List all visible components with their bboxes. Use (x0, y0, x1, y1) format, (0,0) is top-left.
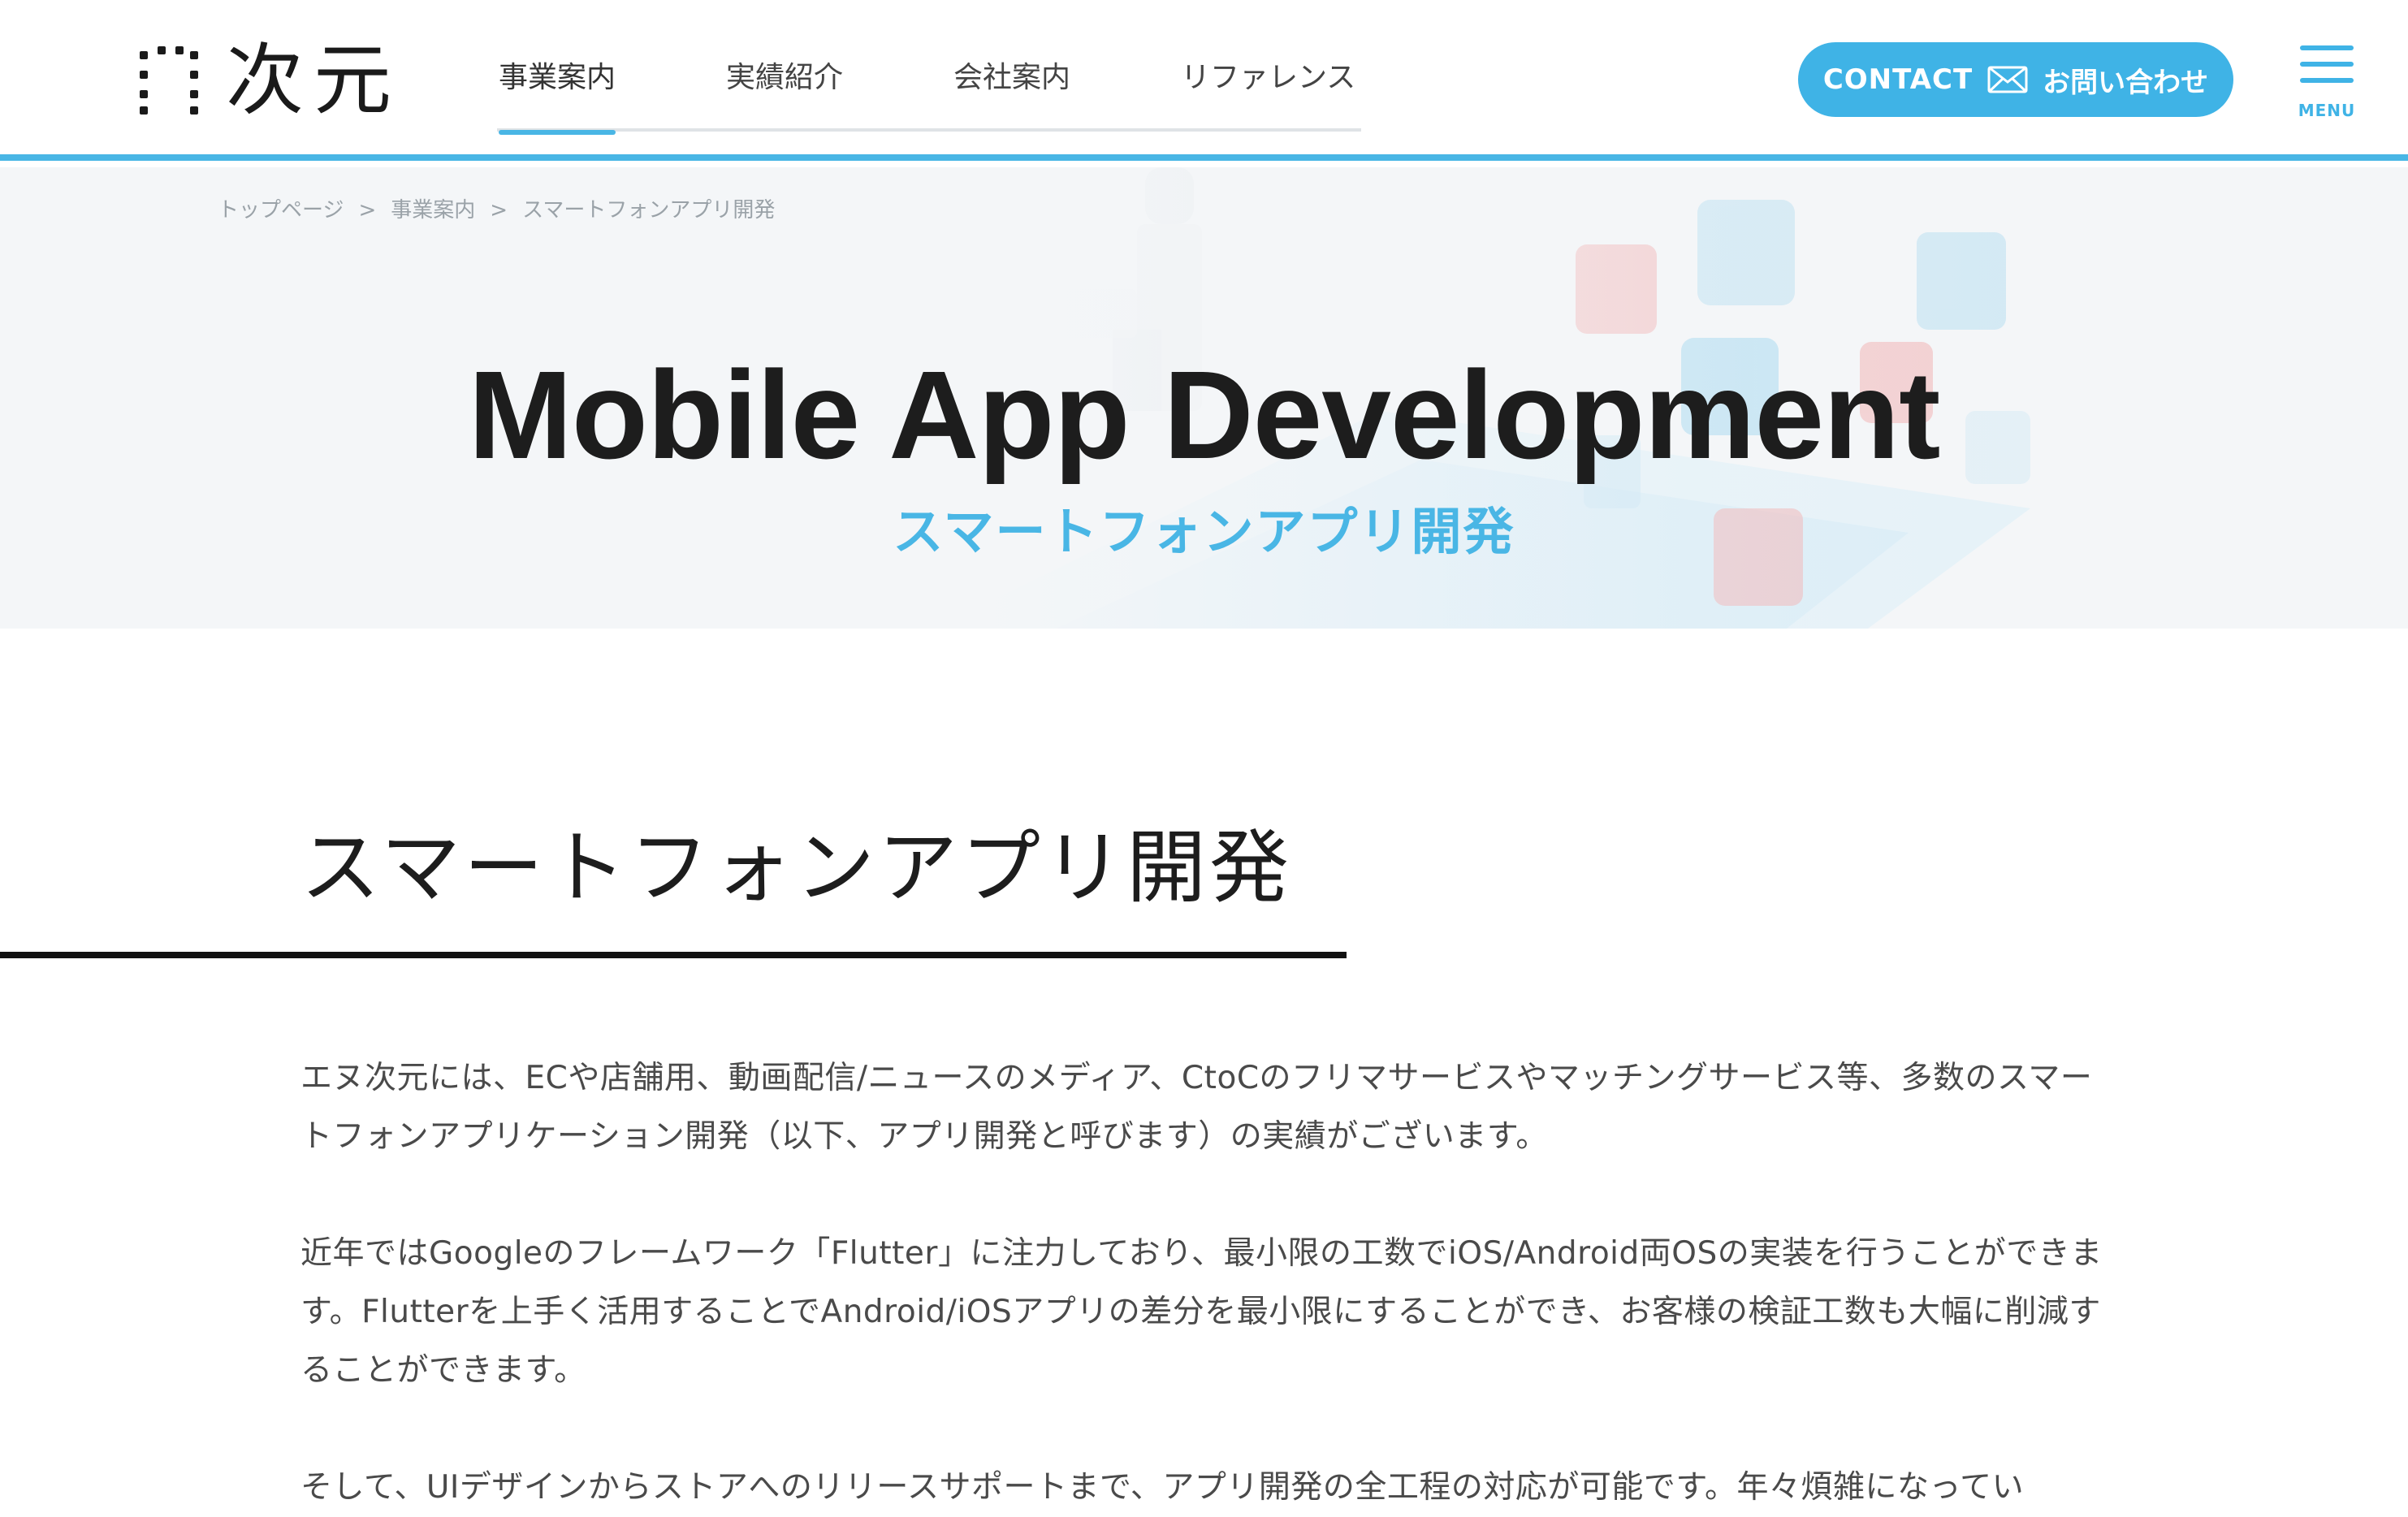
menu-button[interactable]: MENU (2295, 45, 2358, 123)
breadcrumb-home[interactable]: トップページ (218, 198, 344, 223)
section-heading: スマートフォンアプリ開発 (300, 822, 1293, 914)
page-subtitle: スマートフォンアプリ開発 (893, 502, 1515, 561)
breadcrumb-separator: > (358, 198, 377, 223)
mail-icon (1987, 66, 2028, 93)
site-header: 次元 事業案内 実績紹介 会社案内 リファレンス CONTACT お問い合わせ … (0, 0, 2408, 161)
nav-item-services[interactable]: 事業案内 (499, 54, 616, 135)
section-divider (0, 952, 1347, 958)
body-paragraph: 近年ではGoogleのフレームワーク「Flutter」に注力しており、最小限の工… (300, 1235, 2103, 1389)
body-paragraph: そして、UIデザインからストアへのリリースサポートまで、アプリ開発の全工程の対応… (300, 1469, 2025, 1506)
global-nav: 事業案内 実績紹介 会社案内 リファレンス (497, 54, 1361, 135)
nav-item-reference[interactable]: リファレンス (1181, 54, 1355, 132)
site-logo[interactable]: 次元 (140, 35, 401, 126)
contact-button[interactable]: CONTACT お問い合わせ (1798, 42, 2233, 117)
hero-banner: トップページ > 事業案内 > スマートフォンアプリ開発 Mobile App Deve… (0, 167, 2408, 629)
contact-label-ja: お問い合わせ (2043, 66, 2209, 99)
nav-item-works[interactable]: 実績紹介 (726, 54, 843, 132)
breadcrumb-current: スマートフォンアプリ開発 (522, 198, 776, 223)
breadcrumb: トップページ > 事業案内 > スマートフォンアプリ開発 (218, 193, 775, 223)
menu-label: MENU (2298, 101, 2356, 120)
hamburger-icon (2300, 45, 2354, 50)
logo-mark-icon (140, 46, 198, 115)
breadcrumb-separator: > (490, 198, 508, 223)
breadcrumb-services[interactable]: 事業案内 (391, 198, 475, 223)
body-paragraph: エヌ次元には、ECや店舗用、動画配信/ニュースのメディア、CtoCのフリマサービ… (300, 1060, 2093, 1155)
logo-text: 次元 (226, 35, 401, 126)
contact-label-en: CONTACT (1822, 63, 1974, 96)
nav-item-company[interactable]: 会社案内 (953, 54, 1070, 132)
page-title: Mobile App Development (468, 345, 1941, 485)
